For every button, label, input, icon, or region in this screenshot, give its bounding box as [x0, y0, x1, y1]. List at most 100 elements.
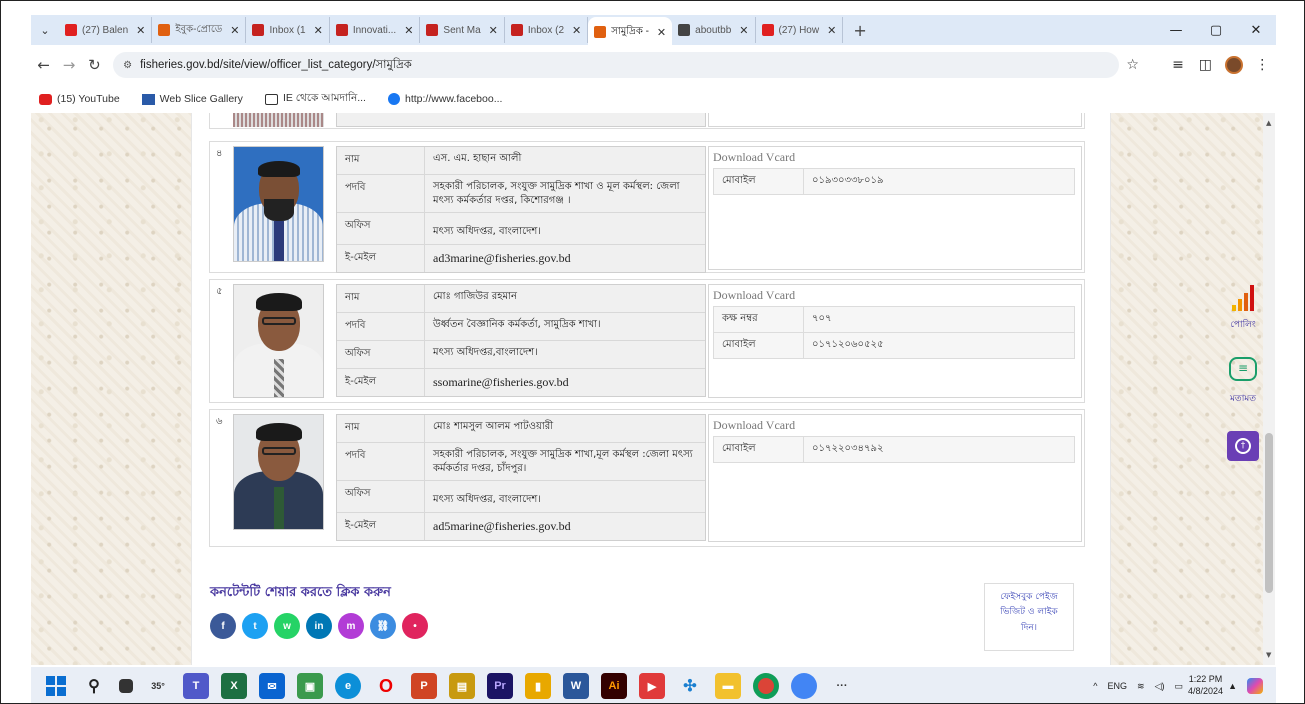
browser-tab[interactable]: Sent Ma ✕: [420, 17, 505, 43]
notification-bell-icon[interactable]: ▲: [1228, 681, 1237, 691]
edge-icon[interactable]: e: [335, 673, 361, 699]
messenger-share-icon[interactable]: m: [338, 613, 364, 639]
more-apps-icon[interactable]: ···: [829, 673, 855, 699]
scroll-up-arrow[interactable]: ▲: [1266, 119, 1271, 127]
copy-link-share-icon[interactable]: ⛓: [370, 613, 396, 639]
browser-tab[interactable]: Inbox (1 ✕: [246, 17, 330, 43]
vcard-key: মোবাইল: [713, 168, 804, 195]
address-bar[interactable]: ⚙ fisheries.gov.bd/site/view/officer_lis…: [113, 52, 1119, 78]
site-info-icon[interactable]: ⚙: [123, 60, 132, 71]
info-row: অফিস মৎস্য অধিদপ্তর, বাংলাদেশ।: [337, 481, 705, 513]
show-hidden-icons[interactable]: ^: [1093, 681, 1097, 691]
search-icon[interactable]: ⚲: [81, 673, 107, 699]
email-value[interactable]: ssomarine@fisheries.gov.bd: [425, 369, 705, 396]
whatsapp-share-icon[interactable]: w: [274, 613, 300, 639]
reading-list-icon[interactable]: ≡: [1164, 57, 1191, 73]
bookmark-web-slice[interactable]: Web Slice Gallery: [141, 93, 243, 105]
share-heading: কনটেন্টটি শেয়ার করতে ক্লিক করুন: [210, 585, 391, 600]
download-vcard-link[interactable]: Download Vcard: [709, 285, 1081, 306]
page-scrollbar[interactable]: ▲ ▼: [1263, 113, 1275, 665]
battery-icon[interactable]: ▭: [1175, 681, 1184, 692]
close-window-button[interactable]: ✕: [1236, 23, 1276, 38]
facebook-share-icon[interactable]: f: [210, 613, 236, 639]
tab-close-icon[interactable]: ✕: [657, 26, 666, 39]
bookmark-facebook[interactable]: http://www.faceboo...: [387, 93, 502, 105]
twitter-share-icon[interactable]: t: [242, 613, 268, 639]
tab-favicon-icon: [65, 24, 77, 36]
tab-close-icon[interactable]: ✕: [572, 24, 581, 37]
info-value: এস. এম. হাছান আলী: [433, 153, 522, 164]
settings-icon[interactable]: ✣: [677, 673, 703, 699]
browser-tab[interactable]: সামুদ্রিক - ✕: [588, 17, 673, 47]
tab-search-button[interactable]: ⌄: [31, 16, 59, 44]
start-button[interactable]: [43, 673, 69, 699]
browser-tab[interactable]: aboutbb ✕: [672, 17, 756, 43]
premiere-icon[interactable]: Pr: [487, 673, 513, 699]
other-share-icon[interactable]: •: [402, 613, 428, 639]
browser-tab[interactable]: ইবুক-প্রোডে ✕: [152, 17, 247, 43]
tab-close-icon[interactable]: ✕: [136, 24, 145, 37]
bookmark-folder-ie[interactable]: IE থেকে আমদানি...: [264, 91, 366, 108]
language-indicator[interactable]: ENG: [1108, 681, 1128, 691]
info-value: মোঃ গাজিউর রহমান: [433, 291, 517, 302]
email-value[interactable]: ad3marine@fisheries.gov.bd: [425, 245, 705, 272]
chrome-profile-icon[interactable]: [791, 673, 817, 699]
profile-avatar[interactable]: [1224, 56, 1243, 74]
url-text: fisheries.gov.bd/site/view/officer_list_…: [140, 58, 412, 71]
bookmark-youtube[interactable]: (15) YouTube: [39, 93, 120, 105]
facebook-page-box[interactable]: ফেইসবুক পেইজ ভিজিট ও লাইক দিন।: [984, 583, 1074, 651]
tab-close-icon[interactable]: ✕: [230, 24, 239, 37]
scrollbar-thumb[interactable]: [1265, 433, 1273, 593]
volume-icon[interactable]: ◁): [1155, 681, 1165, 692]
vcard-panel: Download Vcard কক্ষ নম্বর ৭০৭ মোবাইল ০১৭১২০…: [708, 284, 1082, 398]
reload-button[interactable]: ↻: [82, 56, 107, 74]
browser-tab[interactable]: Inbox (2 ✕: [505, 17, 589, 43]
system-tray: ^ ENG ≋ ◁) ▭ 1:22 PM 4/8/2024 ▲: [1088, 667, 1268, 703]
new-tab-button[interactable]: +: [843, 21, 876, 40]
tab-close-icon[interactable]: ✕: [489, 24, 498, 37]
side-panel-icon[interactable]: ◫: [1192, 57, 1219, 73]
scroll-down-arrow[interactable]: ▼: [1266, 651, 1271, 659]
tab-close-icon[interactable]: ✕: [314, 24, 323, 37]
copilot-icon[interactable]: [1247, 678, 1263, 694]
forward-button[interactable]: →: [56, 56, 81, 74]
download-vcard-link[interactable]: Download Vcard: [709, 147, 1081, 168]
file-explorer-icon[interactable]: ▬: [715, 673, 741, 699]
file-explorer-pin-icon[interactable]: ▮: [525, 673, 551, 699]
photos-icon[interactable]: ▣: [297, 673, 323, 699]
tab-title: Sent Ma: [443, 24, 481, 36]
wifi-icon[interactable]: ≋: [1137, 681, 1145, 692]
illustrator-icon[interactable]: Ai: [601, 673, 627, 699]
tab-close-icon[interactable]: ✕: [739, 24, 748, 37]
weather-icon[interactable]: 35°: [145, 673, 171, 699]
browser-tab[interactable]: (27) How ✕: [756, 17, 844, 43]
menu-icon[interactable]: ⋮: [1249, 57, 1276, 73]
mail-icon[interactable]: ✉: [259, 673, 285, 699]
clock[interactable]: 1:22 PM 4/8/2024: [1188, 674, 1223, 697]
media-player-icon[interactable]: ▶: [639, 673, 665, 699]
youtube-icon: [39, 93, 52, 105]
tab-close-icon[interactable]: ✕: [404, 24, 413, 37]
opera-icon[interactable]: O: [373, 673, 399, 699]
restore-button[interactable]: ▢: [1196, 23, 1236, 38]
email-value[interactable]: ad5marine@fisheries.gov.bd: [425, 513, 705, 540]
browser-tab[interactable]: (27) Balen ✕: [59, 17, 153, 43]
powerpoint-icon[interactable]: P: [411, 673, 437, 699]
accessibility-button[interactable]: †: [1227, 431, 1259, 461]
teams-icon[interactable]: T: [183, 673, 209, 699]
tab-close-icon[interactable]: ✕: [827, 24, 836, 37]
word-icon[interactable]: W: [563, 673, 589, 699]
officer-serial: ৬: [216, 416, 223, 427]
back-button[interactable]: ←: [31, 56, 56, 74]
feedback-widget[interactable]: ≡ মতামত: [1221, 357, 1265, 406]
bookmark-star-icon[interactable]: ☆: [1119, 57, 1146, 73]
download-vcard-link[interactable]: Download Vcard: [709, 415, 1081, 436]
chrome-icon[interactable]: [753, 673, 779, 699]
linkedin-share-icon[interactable]: in: [306, 613, 332, 639]
task-view-icon[interactable]: [119, 679, 133, 693]
minimize-button[interactable]: —: [1156, 23, 1196, 38]
browser-tab[interactable]: Innovati... ✕: [330, 17, 421, 43]
pdf-icon[interactable]: ▤: [449, 673, 475, 699]
excel-icon[interactable]: X: [221, 673, 247, 699]
poll-widget[interactable]: পোলিং: [1223, 285, 1263, 332]
